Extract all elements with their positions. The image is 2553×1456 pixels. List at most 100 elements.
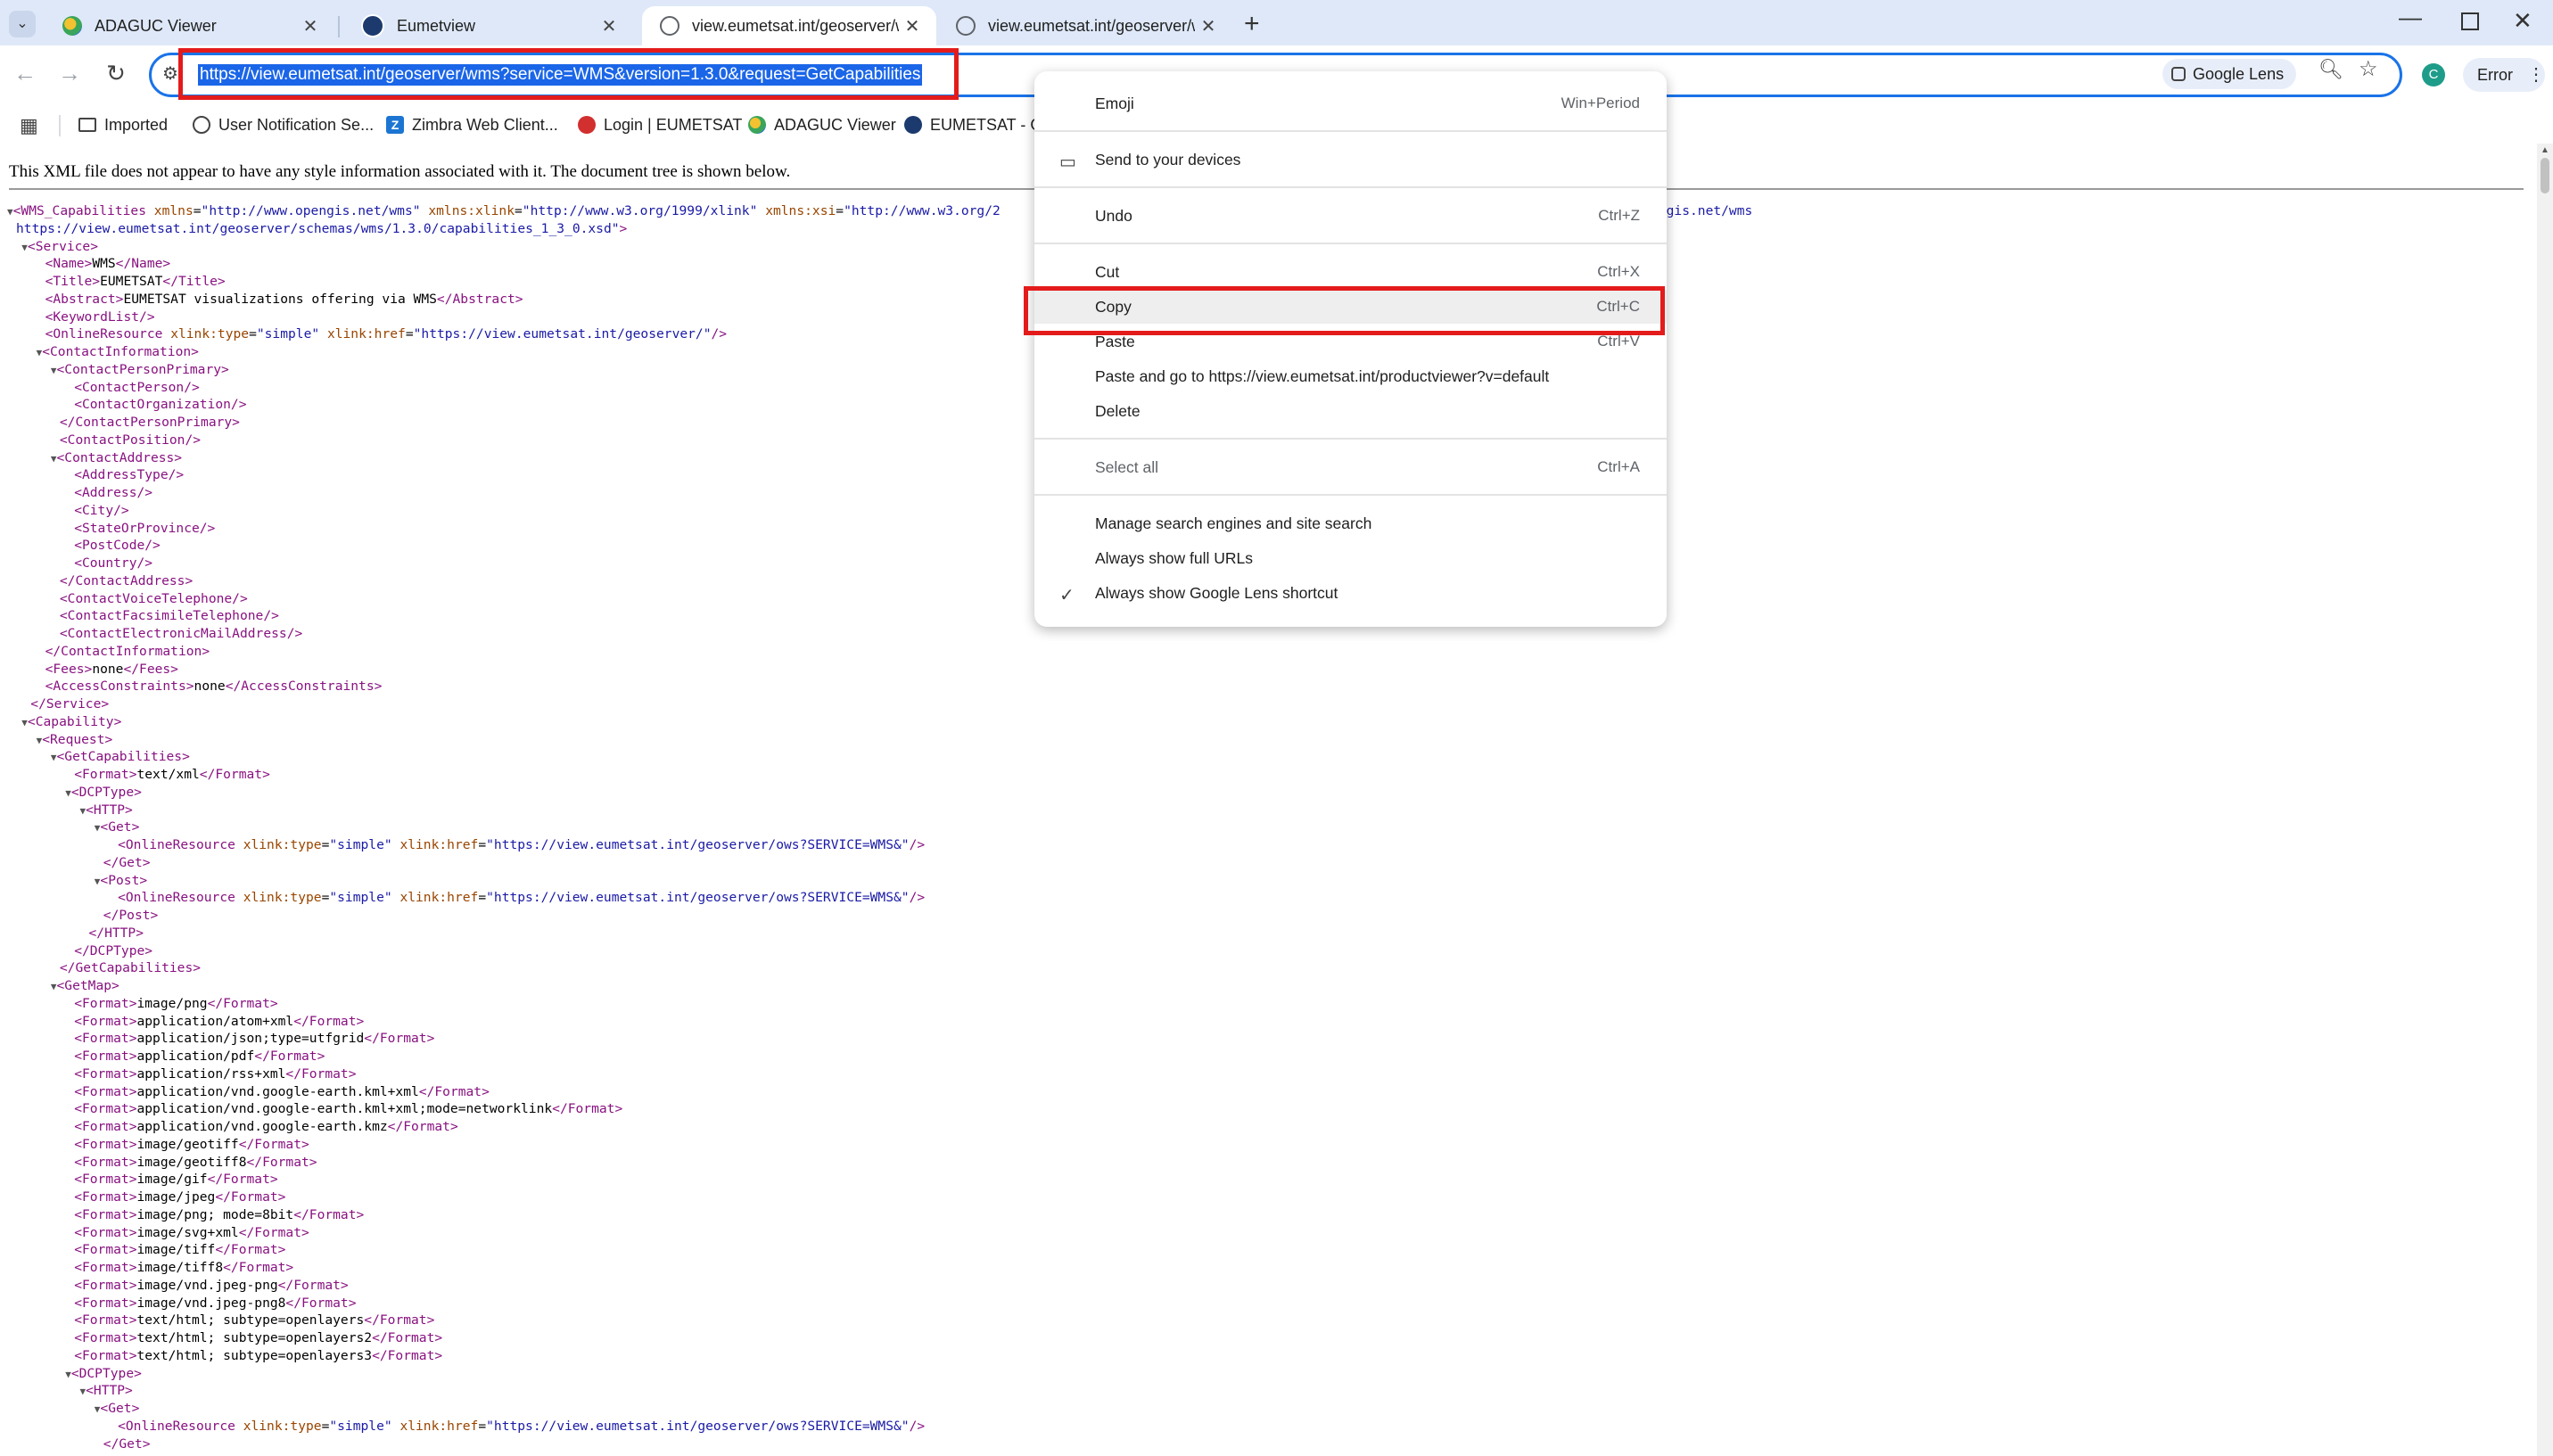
menu-item-undo[interactable]: Undo Ctrl+Z <box>1034 199 1667 233</box>
xml-line[interactable]: ▼<HTTP> <box>7 1382 1752 1400</box>
close-window-button[interactable]: ✕ <box>2513 7 2532 35</box>
new-tab-button[interactable]: + <box>1244 9 1260 39</box>
collapse-triangle-icon[interactable]: ▼ <box>51 365 57 376</box>
menu-item-send-to-devices[interactable]: ▭ Send to your devices <box>1034 143 1667 177</box>
xml-line-text: </Service> <box>30 696 110 712</box>
collapse-triangle-icon[interactable]: ▼ <box>65 1369 71 1380</box>
xml-line[interactable]: ▼<Get> <box>7 818 1752 836</box>
xml-line-text: <Request> <box>42 731 113 747</box>
profile-avatar[interactable]: C <box>2422 63 2445 86</box>
globe-icon <box>660 16 679 36</box>
xml-line: </Post> <box>7 907 1752 925</box>
xml-line-text: <StateOrProvince/> <box>74 520 216 536</box>
menu-item-paste-and-go[interactable]: Paste and go to https://view.eumetsat.in… <box>1034 359 1667 393</box>
xml-line: </HTTP> <box>7 925 1752 942</box>
tab-title: view.eumetsat.int/geoserver/wm <box>692 16 899 35</box>
tab-eumetview[interactable]: Eumetview ✕ <box>343 6 633 45</box>
bookmark-user-notification[interactable]: User Notification Se... <box>193 111 374 138</box>
maximize-button[interactable] <box>2461 12 2479 30</box>
xml-line: <Fees>none</Fees> <box>7 661 1752 679</box>
xml-line[interactable]: ▼<GetCapabilities> <box>7 748 1752 766</box>
xml-line-text: <Format>text/xml</Format> <box>74 767 270 782</box>
xml-line: <Format>image/vnd.jpeg-png</Format> <box>7 1277 1752 1295</box>
tab-close-icon[interactable]: ✕ <box>899 15 926 37</box>
bookmark-label: Login | EUMETSAT <box>604 115 743 134</box>
bookmark-adaguc-viewer[interactable]: ADAGUC Viewer <box>748 111 896 138</box>
xml-line[interactable]: ▼<Get> <box>7 1400 1752 1418</box>
collapse-triangle-icon[interactable]: ▼ <box>51 752 57 763</box>
minimize-button[interactable]: — <box>2399 4 2422 31</box>
xml-line-text: <Service> <box>27 238 98 254</box>
menu-item-delete[interactable]: Delete <box>1034 394 1667 428</box>
bookmark-label: Imported <box>104 115 169 134</box>
xml-line-text: <Format>application/rss+xml</Format> <box>74 1065 357 1082</box>
collapse-triangle-icon[interactable]: ▼ <box>51 981 57 992</box>
xml-line[interactable]: ▼<Post> <box>7 872 1752 890</box>
tab-geoserver-active[interactable]: view.eumetsat.int/geoserver/wm ✕ <box>642 6 936 45</box>
bookmark-folder-imported[interactable]: Imported <box>78 111 168 138</box>
collapse-triangle-icon[interactable]: ▼ <box>51 453 57 465</box>
xml-line: <Format>application/atom+xml</Format> <box>7 1013 1752 1031</box>
xml-line-text: <GetMap> <box>56 978 119 993</box>
devices-icon: ▭ <box>1059 152 1076 172</box>
tab-geoserver-2[interactable]: view.eumetsat.int/geoserver/wm ✕ <box>938 6 1232 45</box>
forward-button[interactable]: → <box>52 60 87 87</box>
menu-item-select-all[interactable]: Select all Ctrl+A <box>1034 450 1667 484</box>
reload-button[interactable]: ↻ <box>98 60 134 87</box>
xml-line-text: <Format>application/pdf</Format> <box>74 1049 325 1064</box>
bookmark-login-eumetsat[interactable]: Login | EUMETSAT <box>578 111 742 138</box>
xml-line: <OnlineResource xlink:type="simple" xlin… <box>7 1418 1752 1435</box>
collapse-triangle-icon[interactable]: ▼ <box>65 787 71 799</box>
xml-line-text: <ContactInformation> <box>42 344 199 359</box>
scrollbar-thumb[interactable] <box>2541 158 2549 193</box>
xml-line-text: <Format>image/png; mode=8bit</Format> <box>74 1206 365 1222</box>
google-lens-button[interactable]: Google Lens <box>2162 59 2297 89</box>
menu-item-always-show-lens-shortcut[interactable]: ✓ Always show Google Lens shortcut <box>1034 576 1667 610</box>
vertical-scrollbar[interactable]: ▲ <box>2537 144 2553 1456</box>
menu-item-always-show-full-urls[interactable]: Always show full URLs <box>1034 541 1667 575</box>
xml-line[interactable]: ▼<Request> <box>7 731 1752 749</box>
xml-line[interactable]: ▼<GetMap> <box>7 977 1752 995</box>
scroll-up-arrow-icon[interactable]: ▲ <box>2541 145 2549 155</box>
xml-line-text: </ContactAddress> <box>59 572 194 588</box>
collapse-triangle-icon[interactable]: ▼ <box>7 206 13 218</box>
xml-line-text: <Format>application/atom+xml</Format> <box>74 1013 365 1029</box>
menu-item-manage-search-engines[interactable]: Manage search engines and site search <box>1034 506 1667 540</box>
menu-item-emoji[interactable]: Emoji Win+Period <box>1034 86 1667 120</box>
tab-close-icon[interactable]: ✕ <box>297 15 324 37</box>
site-info-icon[interactable]: ⚙ <box>162 62 178 85</box>
bookmark-zimbra[interactable]: Z Zimbra Web Client... <box>386 111 558 138</box>
tab-title: ADAGUC Viewer <box>95 16 217 35</box>
tab-adaguc-viewer[interactable]: ADAGUC Viewer ✕ <box>45 6 334 45</box>
xml-line-text: https://view.eumetsat.int/geoserver/sche… <box>16 220 628 236</box>
menu-separator <box>1034 186 1667 188</box>
xml-line-text: <ContactVoiceTelephone/> <box>59 590 248 606</box>
xml-line[interactable]: ▼<HTTP> <box>7 802 1752 819</box>
xml-line[interactable]: ▼<DCPType> <box>7 1365 1752 1383</box>
xml-line-text: <HTTP> <box>86 802 133 818</box>
xml-line[interactable]: ▼<DCPType> <box>7 784 1752 802</box>
xml-line-text: <Capability> <box>27 713 122 729</box>
menu-item-cut[interactable]: Cut Ctrl+X <box>1034 255 1667 289</box>
xml-line-text: <Name>WMS</Name> <box>45 256 171 272</box>
collapse-triangle-icon[interactable]: ▼ <box>21 717 28 728</box>
xml-line-text: </GetCapabilities> <box>59 960 202 976</box>
xml-line[interactable]: ▼<Capability> <box>7 713 1752 731</box>
tab-close-icon[interactable]: ✕ <box>596 15 622 37</box>
collapse-triangle-icon[interactable]: ▼ <box>21 242 28 253</box>
bookmark-eumetsat-os[interactable]: EUMETSAT - OS <box>904 111 1034 138</box>
xml-line-text: <OnlineResource xlink:type="simple" xlin… <box>118 1418 926 1434</box>
back-button[interactable]: ← <box>7 60 43 87</box>
bookmark-star-icon[interactable]: ☆ <box>2359 56 2378 82</box>
xml-line: <OnlineResource xlink:type="simple" xlin… <box>7 889 1752 907</box>
tab-divider <box>338 16 340 37</box>
xml-line: </DCPType> <box>7 942 1752 960</box>
xml-line: <Format>image/svg+xml</Format> <box>7 1224 1752 1242</box>
tab-close-icon[interactable]: ✕ <box>1195 15 1222 37</box>
zoom-icon[interactable]: 🔍︎ <box>2318 58 2343 81</box>
error-status-button[interactable]: Error ⋮ <box>2463 58 2545 92</box>
xml-line-text: <Format>image/geotiff8</Format> <box>74 1154 317 1170</box>
apps-grid-icon[interactable]: ▦ <box>20 114 38 137</box>
eumetview-favicon-icon <box>361 14 384 37</box>
tab-search-button[interactable]: ⌄ <box>9 11 36 37</box>
